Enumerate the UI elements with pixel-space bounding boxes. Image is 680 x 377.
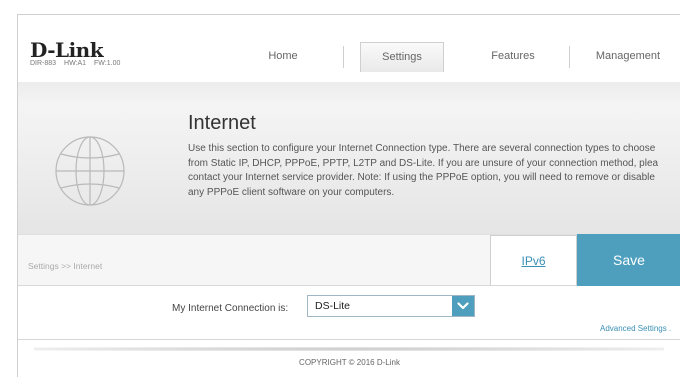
description-line: Use this section to configure your Inter… bbox=[188, 143, 656, 154]
description-line: contact your Internet service provider. … bbox=[188, 172, 655, 183]
nav-settings[interactable]: Settings bbox=[360, 42, 444, 72]
page-title: Internet bbox=[188, 112, 256, 134]
model-label: DIR-883 bbox=[30, 60, 57, 67]
page-description: Use this section to configure your Inter… bbox=[188, 142, 680, 200]
divider bbox=[18, 339, 680, 340]
nav-management[interactable]: Management bbox=[578, 42, 678, 72]
nav-features[interactable]: Features bbox=[458, 42, 568, 72]
description-line: from Static IP, DHCP, PPPoE, PPTP, L2TP … bbox=[188, 157, 659, 169]
banner-strip bbox=[18, 82, 680, 104]
ipv6-button[interactable]: IPv6 bbox=[490, 235, 577, 285]
device-info: DIR-883 HW:A1 FW:1.00 bbox=[30, 60, 126, 67]
dropdown-toggle[interactable] bbox=[452, 296, 474, 316]
advanced-settings-link[interactable]: Advanced Settings . bbox=[600, 324, 671, 333]
dlink-logo[interactable]: D-Link bbox=[30, 38, 104, 62]
nav-separator bbox=[569, 46, 570, 68]
globe-icon bbox=[55, 136, 125, 206]
save-button[interactable]: Save bbox=[577, 234, 680, 286]
breadcrumb: Settings >> Internet bbox=[28, 261, 103, 271]
nav-home[interactable]: Home bbox=[233, 42, 333, 72]
router-admin-frame: D-Link DIR-883 HW:A1 FW:1.00 Home Settin… bbox=[17, 14, 680, 377]
description-line: any PPPoE client software on your comput… bbox=[188, 186, 395, 198]
copyright: COPYRIGHT © 2016 D-Link bbox=[299, 358, 400, 367]
connection-type-select[interactable]: DS-Lite bbox=[307, 295, 475, 317]
connection-type-value: DS-Lite bbox=[315, 300, 351, 312]
header: D-Link DIR-883 HW:A1 FW:1.00 Home Settin… bbox=[18, 15, 680, 81]
nav-separator bbox=[343, 46, 344, 68]
fw-label: FW:1.00 bbox=[94, 60, 121, 67]
hw-label: HW:A1 bbox=[64, 60, 87, 67]
footer-shadow bbox=[34, 347, 664, 351]
connection-type-label: My Internet Connection is: bbox=[172, 303, 289, 314]
chevron-down-icon bbox=[457, 302, 469, 310]
